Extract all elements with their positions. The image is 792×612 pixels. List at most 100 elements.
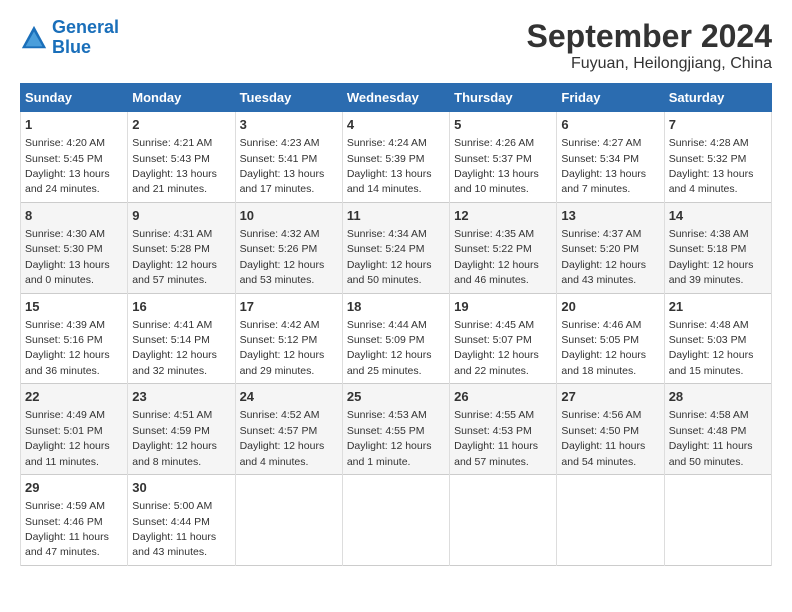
logo-line1: General (52, 17, 119, 37)
calendar-cell (450, 475, 557, 566)
calendar-cell: 14 Sunrise: 4:38 AMSunset: 5:18 PMDayligh… (664, 202, 771, 293)
header-row: General Blue September 2024 Fuyuan, Heil… (20, 18, 772, 73)
calendar-cell: 9Sunrise: 4:31 AMSunset: 5:28 PMDaylight… (128, 202, 235, 293)
calendar-cell: 26 Sunrise: 4:55 AMSunset: 4:53 PMDayligh… (450, 384, 557, 475)
day-info: Sunrise: 4:49 AMSunset: 5:01 PMDaylight:… (25, 409, 110, 467)
calendar-cell (557, 475, 664, 566)
day-info: Sunrise: 4:59 AMSunset: 4:46 PMDaylight:… (25, 500, 109, 558)
calendar-cell (235, 475, 342, 566)
day-number: 3 (240, 116, 338, 134)
day-info: Sunrise: 4:24 AMSunset: 5:39 PMDaylight:… (347, 137, 432, 195)
day-info: Sunrise: 4:27 AMSunset: 5:34 PMDaylight:… (561, 137, 646, 195)
calendar-cell: 25Sunrise: 4:53 AMSunset: 4:55 PMDayligh… (342, 384, 449, 475)
calendar-week-row: 15Sunrise: 4:39 AMSunset: 5:16 PMDayligh… (21, 293, 772, 384)
calendar-cell: 24Sunrise: 4:52 AMSunset: 4:57 PMDayligh… (235, 384, 342, 475)
day-info: Sunrise: 4:34 AMSunset: 5:24 PMDaylight:… (347, 228, 432, 286)
calendar-cell (664, 475, 771, 566)
calendar-cell: 2 Sunrise: 4:21 AMSunset: 5:43 PMDaylight… (128, 112, 235, 203)
calendar-week-row: 1 Sunrise: 4:20 AMSunset: 5:45 PMDaylight… (21, 112, 772, 203)
calendar-cell: 10 Sunrise: 4:32 AMSunset: 5:26 PMDayligh… (235, 202, 342, 293)
calendar-cell: 5Sunrise: 4:26 AMSunset: 5:37 PMDaylight… (450, 112, 557, 203)
logo-text: General Blue (52, 18, 119, 58)
calendar-cell: 12 Sunrise: 4:35 AMSunset: 5:22 PMDayligh… (450, 202, 557, 293)
weekday-header: Monday (128, 84, 235, 112)
day-info: Sunrise: 4:56 AMSunset: 4:50 PMDaylight:… (561, 409, 645, 467)
calendar-cell: 1 Sunrise: 4:20 AMSunset: 5:45 PMDaylight… (21, 112, 128, 203)
calendar-cell (342, 475, 449, 566)
calendar-cell: 21Sunrise: 4:48 AMSunset: 5:03 PMDayligh… (664, 293, 771, 384)
weekday-header: Sunday (21, 84, 128, 112)
day-number: 2 (132, 116, 230, 134)
calendar-cell: 27Sunrise: 4:56 AMSunset: 4:50 PMDayligh… (557, 384, 664, 475)
day-info: Sunrise: 4:35 AMSunset: 5:22 PMDaylight:… (454, 228, 539, 286)
location-title: Fuyuan, Heilongjiang, China (527, 55, 772, 73)
calendar-cell: 3 Sunrise: 4:23 AMSunset: 5:41 PMDaylight… (235, 112, 342, 203)
weekday-header: Saturday (664, 84, 771, 112)
calendar-week-row: 29 Sunrise: 4:59 AMSunset: 4:46 PMDayligh… (21, 475, 772, 566)
calendar-cell: 20 Sunrise: 4:46 AMSunset: 5:05 PMDayligh… (557, 293, 664, 384)
calendar-cell: 30 Sunrise: 5:00 AMSunset: 4:44 PMDayligh… (128, 475, 235, 566)
month-title: September 2024 (527, 18, 772, 55)
day-info: Sunrise: 4:55 AMSunset: 4:53 PMDaylight:… (454, 409, 538, 467)
weekday-header: Tuesday (235, 84, 342, 112)
day-info: Sunrise: 4:30 AMSunset: 5:30 PMDaylight:… (25, 228, 110, 286)
day-number: 10 (240, 207, 338, 225)
day-info: Sunrise: 4:32 AMSunset: 5:26 PMDaylight:… (240, 228, 325, 286)
day-info: Sunrise: 4:26 AMSunset: 5:37 PMDaylight:… (454, 137, 539, 195)
day-number: 26 (454, 388, 552, 406)
day-info: Sunrise: 4:20 AMSunset: 5:45 PMDaylight:… (25, 137, 110, 195)
day-info: Sunrise: 4:38 AMSunset: 5:18 PMDaylight:… (669, 228, 754, 286)
day-info: Sunrise: 4:52 AMSunset: 4:57 PMDaylight:… (240, 409, 325, 467)
day-number: 1 (25, 116, 123, 134)
logo-icon (20, 24, 48, 52)
day-number: 17 (240, 298, 338, 316)
day-info: Sunrise: 4:42 AMSunset: 5:12 PMDaylight:… (240, 319, 325, 377)
day-number: 11 (347, 207, 445, 225)
calendar-cell: 23 Sunrise: 4:51 AMSunset: 4:59 PMDayligh… (128, 384, 235, 475)
weekday-header: Friday (557, 84, 664, 112)
calendar-cell: 7 Sunrise: 4:28 AMSunset: 5:32 PMDaylight… (664, 112, 771, 203)
day-info: Sunrise: 4:41 AMSunset: 5:14 PMDaylight:… (132, 319, 217, 377)
calendar-cell: 13 Sunrise: 4:37 AMSunset: 5:20 PMDayligh… (557, 202, 664, 293)
day-info: Sunrise: 4:58 AMSunset: 4:48 PMDaylight:… (669, 409, 753, 467)
calendar-header-row: SundayMondayTuesdayWednesdayThursdayFrid… (21, 84, 772, 112)
day-number: 14 (669, 207, 767, 225)
day-number: 20 (561, 298, 659, 316)
calendar-cell: 19Sunrise: 4:45 AMSunset: 5:07 PMDayligh… (450, 293, 557, 384)
day-number: 22 (25, 388, 123, 406)
day-info: Sunrise: 4:37 AMSunset: 5:20 PMDaylight:… (561, 228, 646, 286)
day-number: 30 (132, 479, 230, 497)
logo-line2: Blue (52, 37, 91, 57)
day-number: 7 (669, 116, 767, 134)
day-info: Sunrise: 4:46 AMSunset: 5:05 PMDaylight:… (561, 319, 646, 377)
day-info: Sunrise: 4:45 AMSunset: 5:07 PMDaylight:… (454, 319, 539, 377)
calendar-cell: 8Sunrise: 4:30 AMSunset: 5:30 PMDaylight… (21, 202, 128, 293)
day-info: Sunrise: 4:48 AMSunset: 5:03 PMDaylight:… (669, 319, 754, 377)
calendar-table: SundayMondayTuesdayWednesdayThursdayFrid… (20, 83, 772, 566)
calendar-cell: 16 Sunrise: 4:41 AMSunset: 5:14 PMDayligh… (128, 293, 235, 384)
day-info: Sunrise: 4:21 AMSunset: 5:43 PMDaylight:… (132, 137, 217, 195)
logo: General Blue (20, 18, 119, 58)
day-info: Sunrise: 5:00 AMSunset: 4:44 PMDaylight:… (132, 500, 216, 558)
day-number: 4 (347, 116, 445, 134)
calendar-week-row: 22 Sunrise: 4:49 AMSunset: 5:01 PMDayligh… (21, 384, 772, 475)
title-block: September 2024 Fuyuan, Heilongjiang, Chi… (527, 18, 772, 73)
calendar-week-row: 8Sunrise: 4:30 AMSunset: 5:30 PMDaylight… (21, 202, 772, 293)
day-info: Sunrise: 4:51 AMSunset: 4:59 PMDaylight:… (132, 409, 217, 467)
day-number: 12 (454, 207, 552, 225)
day-number: 18 (347, 298, 445, 316)
day-info: Sunrise: 4:28 AMSunset: 5:32 PMDaylight:… (669, 137, 754, 195)
calendar-cell: 22 Sunrise: 4:49 AMSunset: 5:01 PMDayligh… (21, 384, 128, 475)
day-number: 13 (561, 207, 659, 225)
day-number: 29 (25, 479, 123, 497)
calendar-cell: 15Sunrise: 4:39 AMSunset: 5:16 PMDayligh… (21, 293, 128, 384)
day-info: Sunrise: 4:23 AMSunset: 5:41 PMDaylight:… (240, 137, 325, 195)
day-number: 15 (25, 298, 123, 316)
calendar-cell: 6 Sunrise: 4:27 AMSunset: 5:34 PMDaylight… (557, 112, 664, 203)
calendar-cell: 17 Sunrise: 4:42 AMSunset: 5:12 PMDayligh… (235, 293, 342, 384)
day-number: 16 (132, 298, 230, 316)
calendar-cell: 11 Sunrise: 4:34 AMSunset: 5:24 PMDayligh… (342, 202, 449, 293)
day-info: Sunrise: 4:53 AMSunset: 4:55 PMDaylight:… (347, 409, 432, 467)
day-number: 23 (132, 388, 230, 406)
day-number: 6 (561, 116, 659, 134)
